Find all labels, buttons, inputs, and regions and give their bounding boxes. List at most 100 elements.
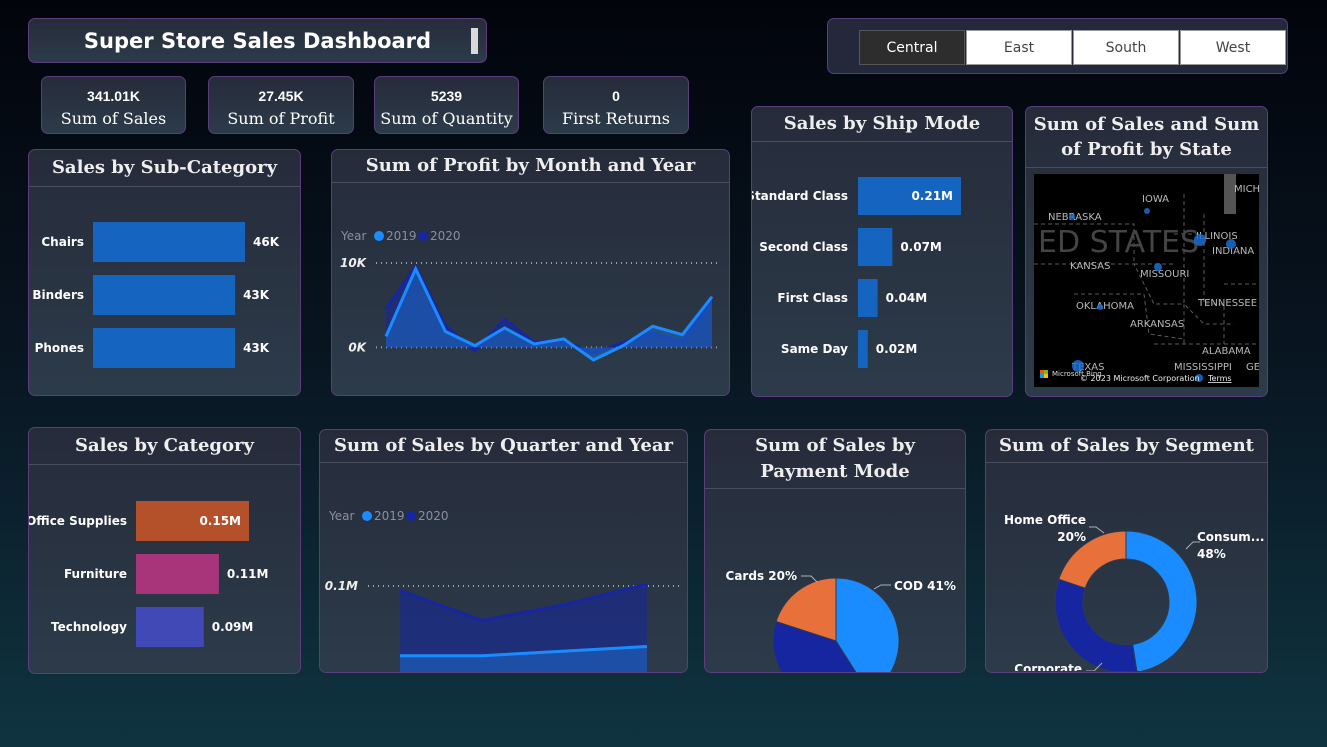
- bar-value-label: 0.21M: [911, 189, 953, 203]
- bar-value-label: 0.15M: [199, 514, 241, 528]
- legend-marker: [362, 511, 372, 521]
- shipmode-chart-title: Sales by Ship Mode: [752, 107, 1012, 142]
- pie-value-label: Cards 20%: [726, 569, 797, 583]
- legend-entry: 2019: [374, 509, 405, 523]
- kpi-profit-value: 27.45K: [258, 88, 304, 104]
- page-title: Super Store Sales Dashboard: [83, 28, 432, 53]
- payment-chart-panel: Sum of Sales by Payment Mode COD 41%Onli…: [704, 429, 966, 673]
- text-cursor: [471, 28, 478, 54]
- slicer-east-button[interactable]: East: [966, 30, 1072, 65]
- bar-value-label: 43K: [243, 341, 270, 355]
- region-slicer: Central East South West: [827, 18, 1288, 74]
- y-tick-label: 10K: [340, 256, 368, 270]
- profit-month-chart-panel: Sum of Profit by Month and Year Year 2019…: [331, 149, 730, 396]
- pie-category-label: Corporate: [1014, 662, 1082, 671]
- profit-month-area-chart: Year2019202010K0KMonth: [340, 229, 718, 362]
- bar-value-label: 0.07M: [900, 240, 942, 254]
- pie-value-label: 20%: [1057, 530, 1086, 544]
- bar-value-label: 46K: [253, 235, 280, 249]
- shipmode-bar-chart: Standard Class 0.21M Second Class 0.07M Firs…: [752, 177, 961, 368]
- legend-marker: [418, 231, 428, 241]
- leader-line: [801, 575, 818, 583]
- microsoft-logo-icon: [1044, 374, 1048, 378]
- legend-entry: 2020: [418, 509, 449, 523]
- bar-value-label: 0.04M: [886, 291, 928, 305]
- pie-slice: [1054, 578, 1138, 672]
- microsoft-logo-icon: [1040, 374, 1044, 378]
- bar-value-label: 0.11M: [227, 567, 269, 581]
- kpi-quantity-value: 5239: [430, 88, 463, 104]
- segment-donut-chart: Consum...48%Corporate33%Home Office20%: [1004, 513, 1264, 672]
- kpi-returns-value: 0: [612, 88, 620, 104]
- shipmode-chart-panel: Sales by Ship Mode Standard Class 0.21M Se…: [751, 106, 1013, 397]
- quarter-area-chart: Year201920200.1M0.0MQuarter: [325, 509, 682, 673]
- quarter-chart-title: Sum of Sales by Quarter and Year: [320, 430, 687, 463]
- bar-category-label: First Class: [777, 291, 848, 305]
- pie-category-label: Home Office: [1004, 513, 1086, 527]
- bar-category-label: Same Day: [781, 342, 848, 356]
- map-state-label: GE: [1246, 362, 1259, 373]
- subcategory-chart-panel: Sales by Sub-Category Chairs 46K Binders 43…: [28, 149, 301, 396]
- slicer-west-button[interactable]: West: [1180, 30, 1286, 65]
- bar: [93, 275, 236, 315]
- y-tick-label: 0.0M: [325, 672, 358, 673]
- series-area: [386, 268, 712, 360]
- legend-entry: 2019: [386, 229, 417, 243]
- map-state-label: IOWA: [1142, 194, 1169, 205]
- bar-category-label: Chairs: [41, 235, 84, 249]
- map-bubble[interactable]: [1097, 304, 1103, 310]
- bar: [136, 554, 219, 594]
- legend-marker: [374, 231, 384, 241]
- category-chart-panel: Sales by Category Office Supplies 0.15M Fu…: [28, 427, 301, 674]
- dashboard-title-box: Super Store Sales Dashboard: [28, 18, 487, 63]
- subcategory-chart-title: Sales by Sub-Category: [29, 150, 300, 187]
- map-state-label: MISSISSIPPI: [1174, 362, 1232, 373]
- slicer-central-button[interactable]: Central: [859, 30, 965, 65]
- map-state-label: MICHIG: [1234, 184, 1259, 195]
- microsoft-logo-icon: [1040, 370, 1044, 374]
- bar: [858, 228, 893, 266]
- bar-category-label: Second Class: [759, 240, 848, 254]
- segment-chart-panel: Sum of Sales by Segment Consum... 48% Corp…: [985, 429, 1268, 673]
- quarter-chart-panel: Sum of Sales by Quarter and Year Year 201…: [319, 429, 688, 673]
- legend-marker: [406, 511, 416, 521]
- slicer-south-button[interactable]: South: [1073, 30, 1179, 65]
- kpi-sales-value: 341.01K: [87, 88, 140, 104]
- category-bar-chart: Office Supplies 0.15M Furniture 0.11M Techno…: [29, 501, 269, 647]
- segment-chart-title: Sum of Sales by Segment: [986, 430, 1267, 463]
- bar-value-label: 0.09M: [212, 620, 254, 634]
- map-terms-link[interactable]: Terms: [1207, 374, 1232, 383]
- map-country-label: ED STATES: [1038, 225, 1199, 260]
- map-copyright: © 2023 Microsoft Corporation: [1080, 374, 1200, 383]
- subcategory-bar-chart: Chairs 46K Binders 43K Phones 43K: [32, 222, 280, 368]
- map-state-label: OKLAHOMA: [1076, 301, 1134, 312]
- leader-line: [873, 584, 891, 590]
- bar: [136, 607, 204, 647]
- y-tick-label: 0K: [348, 340, 367, 354]
- map-state-label: TENNESSEE: [1197, 298, 1257, 309]
- map-bubble[interactable]: [1194, 234, 1206, 246]
- bar-category-label: Furniture: [64, 567, 127, 581]
- map-state-label: KANSAS: [1070, 261, 1110, 272]
- leader-line: [1089, 526, 1105, 534]
- kpi-sales-card: 341.01K Sum of Sales: [41, 76, 186, 134]
- map-state-label: ARKANSAS: [1130, 319, 1184, 330]
- map-bubble[interactable]: [1144, 208, 1150, 214]
- category-chart-title: Sales by Category: [29, 428, 300, 465]
- state-map-title: Sum of Sales and Sum of Profit by State: [1026, 107, 1267, 168]
- bar-category-label: Binders: [32, 288, 84, 302]
- map-state-label: ALABAMA: [1202, 346, 1251, 357]
- map-bubble[interactable]: [1154, 263, 1162, 271]
- pie-category-label: Consum...: [1197, 530, 1264, 544]
- bar-category-label: Standard Class: [752, 189, 848, 203]
- payment-chart-title: Sum of Sales by Payment Mode: [705, 430, 965, 489]
- bar: [858, 279, 878, 317]
- legend-title: Year: [328, 509, 354, 523]
- state-map[interactable]: IOWA NEBRASKA ILLINOIS INDIANA KANSAS MI…: [1034, 174, 1259, 387]
- y-tick-label: 0.1M: [325, 579, 358, 593]
- bar-category-label: Phones: [35, 341, 84, 355]
- map-canvas: IOWA NEBRASKA ILLINOIS INDIANA KANSAS MI…: [1034, 174, 1259, 383]
- kpi-quantity-card: 5239 Sum of Quantity: [374, 76, 519, 134]
- map-bubble[interactable]: [1226, 239, 1236, 249]
- map-bubble[interactable]: [1069, 214, 1075, 220]
